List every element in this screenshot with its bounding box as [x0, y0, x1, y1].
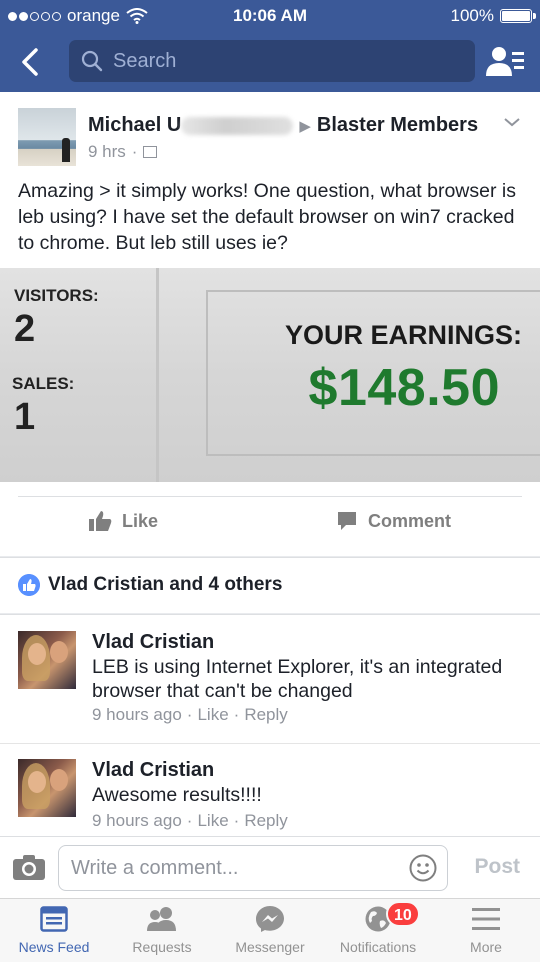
- sticker-smile-icon[interactable]: [409, 854, 437, 882]
- tab-label: Notifications: [339, 939, 417, 955]
- commenter-name[interactable]: Vlad Cristian: [92, 759, 214, 782]
- earnings-value: $148.50: [308, 359, 500, 417]
- comment-like-link[interactable]: Like: [197, 811, 228, 831]
- earnings-label: YOUR EARNINGS:: [284, 320, 522, 350]
- tab-notifications[interactable]: Notifications 10: [324, 901, 432, 955]
- comment-input-box[interactable]: [58, 845, 448, 891]
- comments-list: Vlad Cristian LEB is using Internet Expl…: [0, 614, 540, 840]
- visitors-label: VISITORS:: [14, 286, 99, 305]
- battery-status: 100%: [450, 6, 536, 26]
- comment-button[interactable]: Comment: [336, 510, 451, 532]
- comment-icon: [338, 512, 356, 530]
- tab-label: More: [470, 939, 502, 955]
- likes-summary[interactable]: Vlad Cristian and 4 others: [0, 557, 540, 613]
- menu-icon: [472, 908, 500, 930]
- thumbs-up-icon: [89, 511, 112, 531]
- battery-percent: 100%: [450, 6, 494, 25]
- battery-icon: [500, 9, 536, 23]
- notifications-badge: 10: [386, 901, 420, 927]
- chevron-down-icon[interactable]: [502, 112, 522, 132]
- tab-bar: News Feed Requests Messenger Notificatio…: [0, 898, 540, 962]
- tab-label: Messenger: [235, 939, 305, 955]
- author-avatar[interactable]: [18, 108, 76, 166]
- comment-label: Comment: [368, 510, 452, 531]
- search-bar[interactable]: [69, 40, 475, 82]
- tab-more[interactable]: More: [432, 905, 540, 955]
- search-input[interactable]: [113, 49, 453, 73]
- comment-time: 9 hours ago: [92, 705, 182, 724]
- status-bar: orange 10:06 AM 100%: [0, 0, 540, 32]
- sales-label: SALES:: [12, 374, 75, 393]
- search-icon: [81, 50, 103, 72]
- commenter-avatar[interactable]: [18, 631, 76, 689]
- tab-messenger[interactable]: Messenger: [216, 905, 324, 955]
- comment-meta: 9 hours ago · Like · Reply: [92, 811, 288, 831]
- like-label: Like: [122, 510, 159, 531]
- post-photo[interactable]: VISITORS: 2 SALES: 1 YOUR EARNINGS: $148…: [0, 268, 540, 482]
- group-name[interactable]: Blaster Members: [317, 114, 478, 137]
- likes-text: Vlad Cristian and 4 others: [48, 574, 283, 595]
- commenter-name[interactable]: Vlad Cristian: [92, 631, 214, 654]
- tab-requests[interactable]: Requests: [108, 905, 216, 955]
- tab-news-feed[interactable]: News Feed: [0, 905, 108, 955]
- divider: [0, 743, 540, 744]
- camera-icon[interactable]: [12, 853, 46, 881]
- like-button[interactable]: Like: [88, 510, 158, 532]
- comment-meta: 9 hours ago · Like · Reply: [92, 705, 288, 725]
- comment-input[interactable]: [71, 856, 391, 880]
- post-time[interactable]: 9 hrs: [88, 142, 126, 162]
- friends-list-icon[interactable]: [486, 44, 526, 80]
- comment-reply-link[interactable]: Reply: [244, 811, 287, 831]
- divider: [18, 496, 522, 497]
- news-feed-icon: [40, 906, 68, 932]
- requests-icon: [147, 907, 176, 931]
- author-name[interactable]: Michael U: [88, 114, 181, 137]
- comment-time: 9 hours ago: [92, 811, 182, 830]
- commenter-avatar[interactable]: [18, 759, 76, 817]
- post-text: Amazing > it simply works! One question,…: [18, 180, 516, 254]
- post-header: Michael U ▶ Blaster Members: [88, 114, 478, 137]
- group-privacy-icon: [143, 146, 158, 158]
- visitors-value: 2: [14, 308, 36, 350]
- tab-label: Requests: [132, 939, 192, 955]
- redacted-name-blur: [181, 116, 294, 135]
- top-bar: orange 10:06 AM 100%: [0, 0, 540, 92]
- sales-value: 1: [14, 396, 36, 438]
- post-comment-button[interactable]: Post: [474, 855, 520, 879]
- messenger-icon: [256, 906, 284, 932]
- comment-reply-link[interactable]: Reply: [244, 705, 287, 725]
- like-badge-icon: [18, 574, 40, 596]
- nav-row: [0, 36, 540, 86]
- post-card: Michael U ▶ Blaster Members 9 hrs · Amaz…: [0, 92, 540, 556]
- tab-label: News Feed: [18, 939, 90, 955]
- triangle-right-icon: ▶: [299, 117, 311, 135]
- back-arrow-icon[interactable]: [14, 44, 50, 80]
- comment-text: Awesome results!!!!: [92, 784, 262, 806]
- comment-composer: Post: [0, 836, 540, 898]
- comment-like-link[interactable]: Like: [197, 705, 228, 725]
- post-meta: 9 hrs ·: [88, 142, 158, 162]
- comment-text: LEB is using Internet Explorer, it's an …: [92, 656, 503, 702]
